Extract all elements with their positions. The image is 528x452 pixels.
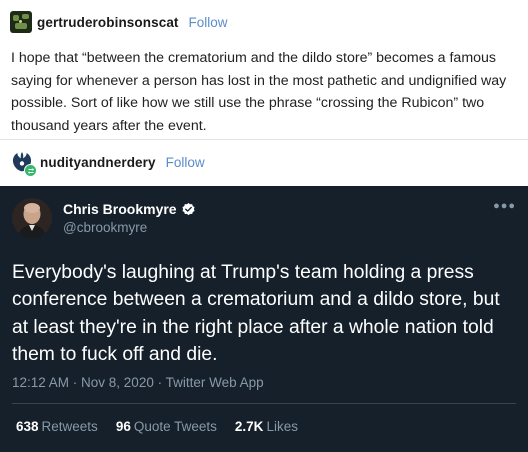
likes-stat[interactable]: 2.7K Likes xyxy=(235,419,298,434)
retweets-label: Retweets xyxy=(41,419,98,434)
post-header: gertruderobinsonscat Follow xyxy=(10,11,228,33)
tweet-stats: 638 Retweets 96 Quote Tweets 2.7K Likes xyxy=(16,419,316,434)
quote-tweets-stat[interactable]: 96 Quote Tweets xyxy=(116,419,217,434)
follow-button[interactable]: Follow xyxy=(189,15,228,30)
author-name[interactable]: Chris Brookmyre xyxy=(63,201,177,217)
tweet-text: Everybody's laughing at Trump's team hol… xyxy=(12,262,500,365)
more-options-icon[interactable]: ●●● xyxy=(493,200,516,212)
tweet-author: Chris Brookmyre @cbrookmyre xyxy=(63,200,196,235)
tumblr-post: gertruderobinsonscat Follow I hope that … xyxy=(0,0,528,177)
author-handle[interactable]: @cbrookmyre xyxy=(63,220,196,235)
pixel-art-cat-avatar[interactable] xyxy=(10,11,32,33)
tweet-card: Chris Brookmyre @cbrookmyre ●●● Everybod… xyxy=(0,186,528,452)
retweets-count: 638 xyxy=(16,419,39,434)
reblog-icon xyxy=(24,164,37,177)
likes-count: 2.7K xyxy=(234,419,264,434)
post-body: I hope that “between the crematorium and… xyxy=(11,50,507,134)
quote-tweets-label: Quote Tweets xyxy=(133,419,217,434)
reblog-username[interactable]: nudityandnerdery xyxy=(40,155,156,170)
rebel-alliance-icon[interactable] xyxy=(10,150,37,177)
reblog-follow-button[interactable]: Follow xyxy=(166,155,205,170)
tweet-timestamp[interactable]: 12:12 AM · Nov 8, 2020 · Twitter Web App xyxy=(12,375,264,390)
retweets-stat[interactable]: 638 Retweets xyxy=(16,419,98,434)
quote-tweets-count: 96 xyxy=(115,419,131,434)
avatar[interactable] xyxy=(12,198,52,238)
post-username[interactable]: gertruderobinsonscat xyxy=(37,15,179,30)
verified-badge-icon xyxy=(182,202,195,215)
reblog-header: nudityandnerdery Follow xyxy=(10,150,205,177)
divider xyxy=(0,139,528,140)
likes-label: Likes xyxy=(266,419,298,434)
divider xyxy=(12,403,516,404)
